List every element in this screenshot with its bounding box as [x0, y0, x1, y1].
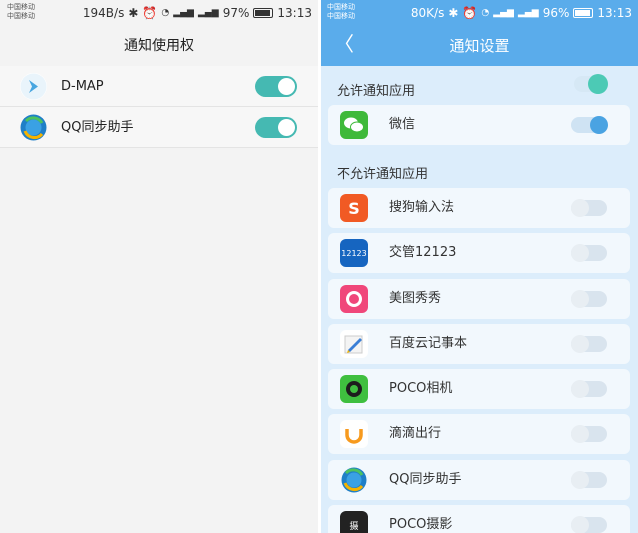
status-bar: 中国移动 中国移动 194B/s ✱ ⏰ ◔ ▂▄▆ ▂▄▆ 97% 13:13 [0, 0, 318, 26]
toggle-switch[interactable] [571, 290, 607, 308]
left-phone-screen: 中国移动 中国移动 194B/s ✱ ⏰ ◔ ▂▄▆ ▂▄▆ 97% 13:13… [0, 0, 318, 533]
wifi-icon: ◔ [481, 8, 490, 18]
battery-percent: 97% [222, 6, 250, 20]
alarm-icon: ⏰ [462, 6, 478, 20]
list-item[interactable]: 滴滴出行 [328, 414, 630, 454]
sogou-input-app-icon: S [340, 194, 368, 222]
d-map-app-icon [20, 73, 47, 100]
qq-sync-app-icon [340, 466, 368, 494]
list-item[interactable]: D-MAP [0, 66, 318, 107]
app-label: QQ同步助手 [389, 472, 462, 487]
list-item[interactable]: 百度云记事本 [328, 324, 630, 364]
toggle-switch[interactable] [571, 380, 607, 398]
carrier-1: 中国移动 [7, 3, 35, 11]
signal-icon: ▂▄▆ [173, 8, 194, 18]
allowed-section-label: 允许通知应用 [337, 84, 416, 99]
app-label: 美图秀秀 [389, 291, 442, 306]
bluetooth-icon: ✱ [128, 6, 139, 20]
app-label: D-MAP [61, 79, 104, 94]
notification-access-list: D-MAP QQ同步助手 [0, 66, 318, 148]
battery-icon [573, 8, 594, 18]
carrier-label: 中国移动 中国移动 [327, 3, 355, 21]
didi-app-icon [340, 420, 368, 448]
toggle-switch[interactable] [571, 471, 607, 489]
toggle-switch[interactable] [255, 117, 297, 138]
jiaoguan-12123-app-icon: 12123 [340, 239, 368, 267]
network-speed: 80K/s [410, 6, 445, 20]
app-label: 搜狗输入法 [389, 200, 455, 215]
right-phone-screen: 中国移动 中国移动 80K/s ✱ ⏰ ◔ ▂▄▆ ▂▄▆ 96% 13:13 … [321, 0, 638, 533]
signal-icon: ▂▄▆ [493, 8, 514, 18]
list-item[interactable]: POCO相机 [328, 369, 630, 409]
toggle-switch[interactable] [571, 516, 607, 533]
list-item[interactable]: 微信 [328, 105, 630, 145]
clock: 13:13 [597, 6, 632, 20]
bluetooth-icon: ✱ [448, 6, 459, 20]
app-label: 滴滴出行 [389, 426, 442, 441]
network-speed: 194B/s [82, 6, 125, 20]
page-title: 通知使用权 [0, 26, 318, 66]
app-label: 百度云记事本 [389, 336, 468, 351]
toggle-switch[interactable] [571, 199, 607, 217]
list-item[interactable]: QQ同步助手 [0, 107, 318, 148]
list-item[interactable]: 摄 POCO摄影 [328, 505, 630, 533]
toggle-switch[interactable] [571, 116, 608, 134]
signal-4g-icon: ▂▄▆ [517, 8, 539, 18]
toggle-switch[interactable] [571, 335, 607, 353]
status-bar: 中国移动 中国移动 80K/s ✱ ⏰ ◔ ▂▄▆ ▂▄▆ 96% 13:13 [321, 0, 638, 26]
carrier-2: 中国移动 [327, 12, 355, 20]
app-label: QQ同步助手 [61, 120, 134, 135]
alarm-icon: ⏰ [142, 6, 158, 20]
carrier-label: 中国移动 中国移动 [7, 3, 35, 21]
carrier-1: 中国移动 [327, 3, 355, 11]
allow-all-toggle[interactable] [574, 74, 608, 94]
toggle-switch[interactable] [255, 76, 297, 97]
toggle-switch[interactable] [571, 425, 607, 443]
clock: 13:13 [277, 6, 312, 20]
list-item[interactable]: 美图秀秀 [328, 279, 630, 319]
list-item[interactable]: QQ同步助手 [328, 460, 630, 500]
poco-photo-app-icon: 摄 [340, 511, 368, 533]
qq-sync-app-icon [20, 114, 47, 141]
toggle-switch[interactable] [571, 244, 607, 262]
app-label: 交管12123 [389, 245, 457, 260]
app-label: POCO摄影 [389, 517, 453, 532]
blocked-section-label: 不允许通知应用 [337, 167, 429, 182]
battery-icon [253, 8, 274, 18]
battery-percent: 96% [542, 6, 570, 20]
app-label: POCO相机 [389, 381, 453, 396]
meitu-app-icon [340, 285, 368, 313]
app-label: 微信 [389, 117, 416, 132]
poco-camera-app-icon [340, 375, 368, 403]
list-item[interactable]: 12123 交管12123 [328, 233, 630, 273]
list-item[interactable]: S 搜狗输入法 [328, 188, 630, 228]
signal-4g-icon: ▂▄▆ [197, 8, 219, 18]
carrier-2: 中国移动 [7, 12, 35, 20]
wifi-icon: ◔ [161, 8, 170, 18]
header-bar: 中国移动 中国移动 80K/s ✱ ⏰ ◔ ▂▄▆ ▂▄▆ 96% 13:13 … [321, 0, 638, 66]
page-title: 通知设置 [449, 37, 510, 55]
wechat-app-icon [340, 111, 368, 139]
baidu-notepad-app-icon [340, 330, 368, 358]
